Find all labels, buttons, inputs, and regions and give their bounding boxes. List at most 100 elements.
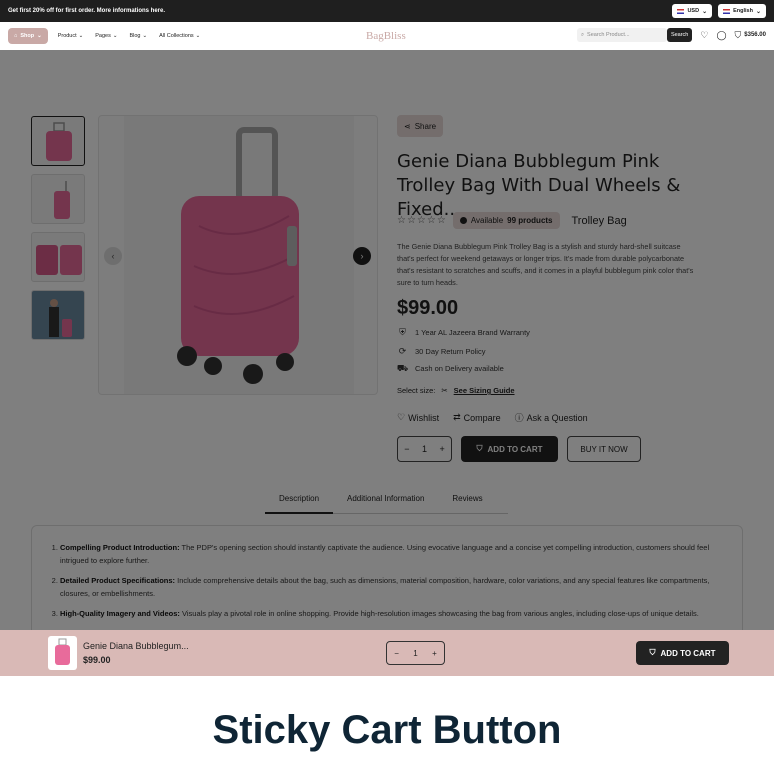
nav-link-label: All Collections bbox=[159, 33, 194, 39]
chevron-down-icon: ⌄ bbox=[755, 8, 761, 15]
feature-label: 1 Year AL Jazeera Brand Warranty bbox=[415, 328, 530, 337]
share-button[interactable]: ⋖ Share bbox=[397, 115, 444, 137]
shield-check-icon: ⛨ bbox=[399, 327, 406, 337]
cart-total: $356.00 bbox=[744, 32, 766, 38]
prev-image-button[interactable]: ‹ bbox=[104, 247, 122, 265]
currency-selector[interactable]: USD ⌄ bbox=[672, 4, 713, 18]
nav-link-pages[interactable]: Pages ⌄ bbox=[95, 33, 117, 39]
sticky-product-thumbnail bbox=[48, 636, 77, 670]
wishlist-link[interactable]: ♡ Wishlist bbox=[397, 411, 439, 424]
nav-link-label: Pages bbox=[95, 33, 111, 39]
plus-icon[interactable]: + bbox=[439, 444, 444, 454]
search-input[interactable]: ⌕ Search Product... bbox=[576, 28, 667, 42]
truck-icon: ⛟ bbox=[396, 362, 409, 373]
wishlist-heart-icon[interactable]: ♡ bbox=[700, 30, 708, 41]
us-flag-icon bbox=[677, 8, 685, 14]
site-logo[interactable]: BagBliss bbox=[366, 30, 406, 42]
product-thumbnail[interactable] bbox=[31, 290, 85, 340]
nav-link-all-collections[interactable]: All Collections ⌄ bbox=[159, 33, 200, 39]
stock-dot-icon bbox=[459, 217, 467, 224]
tab-description[interactable]: Description bbox=[265, 490, 334, 514]
search-icon: ⌕ bbox=[580, 31, 585, 38]
shop-button[interactable]: ⌂ Shop ⌄ bbox=[8, 28, 48, 44]
minus-icon[interactable]: − bbox=[394, 649, 399, 658]
product-description: The Genie Diana Bubblegum Pink Trolley B… bbox=[397, 242, 694, 287]
chevron-down-icon: ⌄ bbox=[112, 33, 118, 39]
ask-label: Ask a Question bbox=[526, 412, 588, 423]
availability-prefix: Available bbox=[470, 216, 504, 225]
language-selector[interactable]: English ⌄ bbox=[718, 4, 766, 18]
feature-return: ⟳ 30 Day Return Policy bbox=[397, 346, 486, 356]
nav-link-blog[interactable]: Blog ⌄ bbox=[129, 33, 147, 39]
list-item: Compelling Product Introduction: The PDP… bbox=[60, 542, 724, 567]
language-label: English bbox=[733, 8, 753, 14]
sticky-product-price: $99.00 bbox=[83, 655, 111, 665]
sticky-quantity-stepper[interactable]: − 1 + bbox=[386, 641, 445, 665]
chevron-down-icon: ⌄ bbox=[702, 8, 708, 15]
product-thumbnail[interactable] bbox=[31, 174, 85, 224]
sticky-add-to-cart-button[interactable]: ⛉ ADD TO CART bbox=[636, 641, 729, 665]
compare-arrows-icon: ⇄ bbox=[453, 412, 461, 422]
question-icon: ⓘ bbox=[514, 413, 524, 423]
sizing-guide-link[interactable]: See Sizing Guide bbox=[454, 386, 515, 395]
add-to-cart-button[interactable]: ⛉ ADD TO CART bbox=[461, 436, 558, 462]
search-button[interactable]: Search bbox=[666, 28, 693, 42]
feature-caption: Sticky Cart Button bbox=[0, 676, 774, 784]
bag-icon: ⌂ bbox=[14, 33, 18, 39]
product-thumbnail[interactable] bbox=[31, 232, 85, 282]
quantity-stepper[interactable]: − 1 + bbox=[397, 436, 452, 462]
product-tabs: Description Additional Information Revie… bbox=[265, 490, 508, 514]
product-category[interactable]: Trolley Bag bbox=[572, 215, 627, 227]
pink-trolley-suitcase-image bbox=[124, 116, 354, 394]
feature-cod: ⛟ Cash on Delivery available bbox=[396, 362, 504, 374]
heart-icon: ♡ bbox=[397, 412, 406, 422]
list-item-text: Visuals play a pivotal role in online sh… bbox=[181, 609, 699, 618]
announcement-text: Get first 20% off for first order. More … bbox=[8, 8, 166, 14]
buy-now-button[interactable]: BUY IT NOW bbox=[567, 436, 641, 462]
currency-label: USD bbox=[687, 8, 700, 14]
sticky-product-name: Genie Diana Bubblegum... bbox=[83, 641, 189, 651]
feature-label: 30 Day Return Policy bbox=[415, 347, 486, 356]
chevron-down-icon: ⌄ bbox=[78, 33, 84, 39]
nav-link-label: Product bbox=[57, 33, 77, 39]
nav-link-label: Blog bbox=[129, 33, 141, 39]
tab-additional-information[interactable]: Additional Information bbox=[333, 490, 438, 514]
shop-label: Shop bbox=[20, 33, 35, 39]
suitcase-open-thumbnail-image bbox=[36, 245, 82, 275]
compare-link[interactable]: ⇄ Compare bbox=[453, 411, 501, 424]
compare-label: Compare bbox=[463, 412, 501, 423]
product-price: $99.00 bbox=[397, 297, 459, 319]
chevron-down-icon: ⌄ bbox=[142, 33, 148, 39]
plus-icon[interactable]: + bbox=[432, 649, 437, 658]
quantity-value[interactable]: 1 bbox=[422, 444, 427, 454]
cart-icon[interactable]: ⛉ bbox=[735, 30, 742, 41]
rating-stars-icon[interactable]: ☆☆☆☆☆ bbox=[397, 215, 447, 226]
account-icon[interactable]: ◯ bbox=[716, 30, 726, 41]
nav-actions: ⌕ Search Product... Search ♡ ◯ ⛉ $356.00 bbox=[576, 28, 766, 42]
cart-icon: ⛉ bbox=[476, 444, 483, 453]
list-item: Detailed Product Specifications: Include… bbox=[60, 575, 724, 600]
wishlist-label: Wishlist bbox=[408, 412, 440, 423]
next-image-button[interactable]: › bbox=[353, 247, 371, 265]
sticky-cart-bar: Genie Diana Bubblegum... $99.00 − 1 + ⛉ ADD… bbox=[0, 630, 774, 676]
share-label: Share bbox=[414, 121, 437, 131]
product-actions-row: ♡ Wishlist ⇄ Compare ⓘ Ask a Question bbox=[397, 411, 588, 424]
feature-warranty: ⛨ 1 Year AL Jazeera Brand Warranty bbox=[397, 327, 530, 337]
size-label: Select size: bbox=[397, 386, 436, 395]
sticky-product-info: Genie Diana Bubblegum... $99.00 bbox=[83, 641, 189, 665]
product-page: ‹ › ⋖ Share Genie Diana Bubblegum Pink Tr… bbox=[0, 50, 774, 676]
minus-icon[interactable]: − bbox=[404, 444, 409, 454]
availability-badge: Available 99 products bbox=[452, 212, 560, 229]
suitcase-thumbnail-image bbox=[46, 122, 72, 161]
suitcase-thumbnail-image bbox=[55, 638, 70, 665]
quantity-value[interactable]: 1 bbox=[413, 649, 417, 658]
product-thumbnail[interactable] bbox=[31, 116, 85, 166]
tab-reviews[interactable]: Reviews bbox=[438, 490, 496, 514]
size-selector-row: Select size: ✂ See Sizing Guide bbox=[397, 386, 515, 395]
ask-question-link[interactable]: ⓘ Ask a Question bbox=[515, 411, 588, 424]
announcement-bar: Get first 20% off for first order. More … bbox=[0, 0, 774, 22]
share-icon: ⋖ bbox=[404, 121, 411, 131]
nav-link-product[interactable]: Product ⌄ bbox=[58, 33, 84, 39]
suitcase-side-thumbnail-image bbox=[54, 181, 70, 219]
list-item-heading: High-Quality Imagery and Videos: bbox=[60, 609, 180, 618]
